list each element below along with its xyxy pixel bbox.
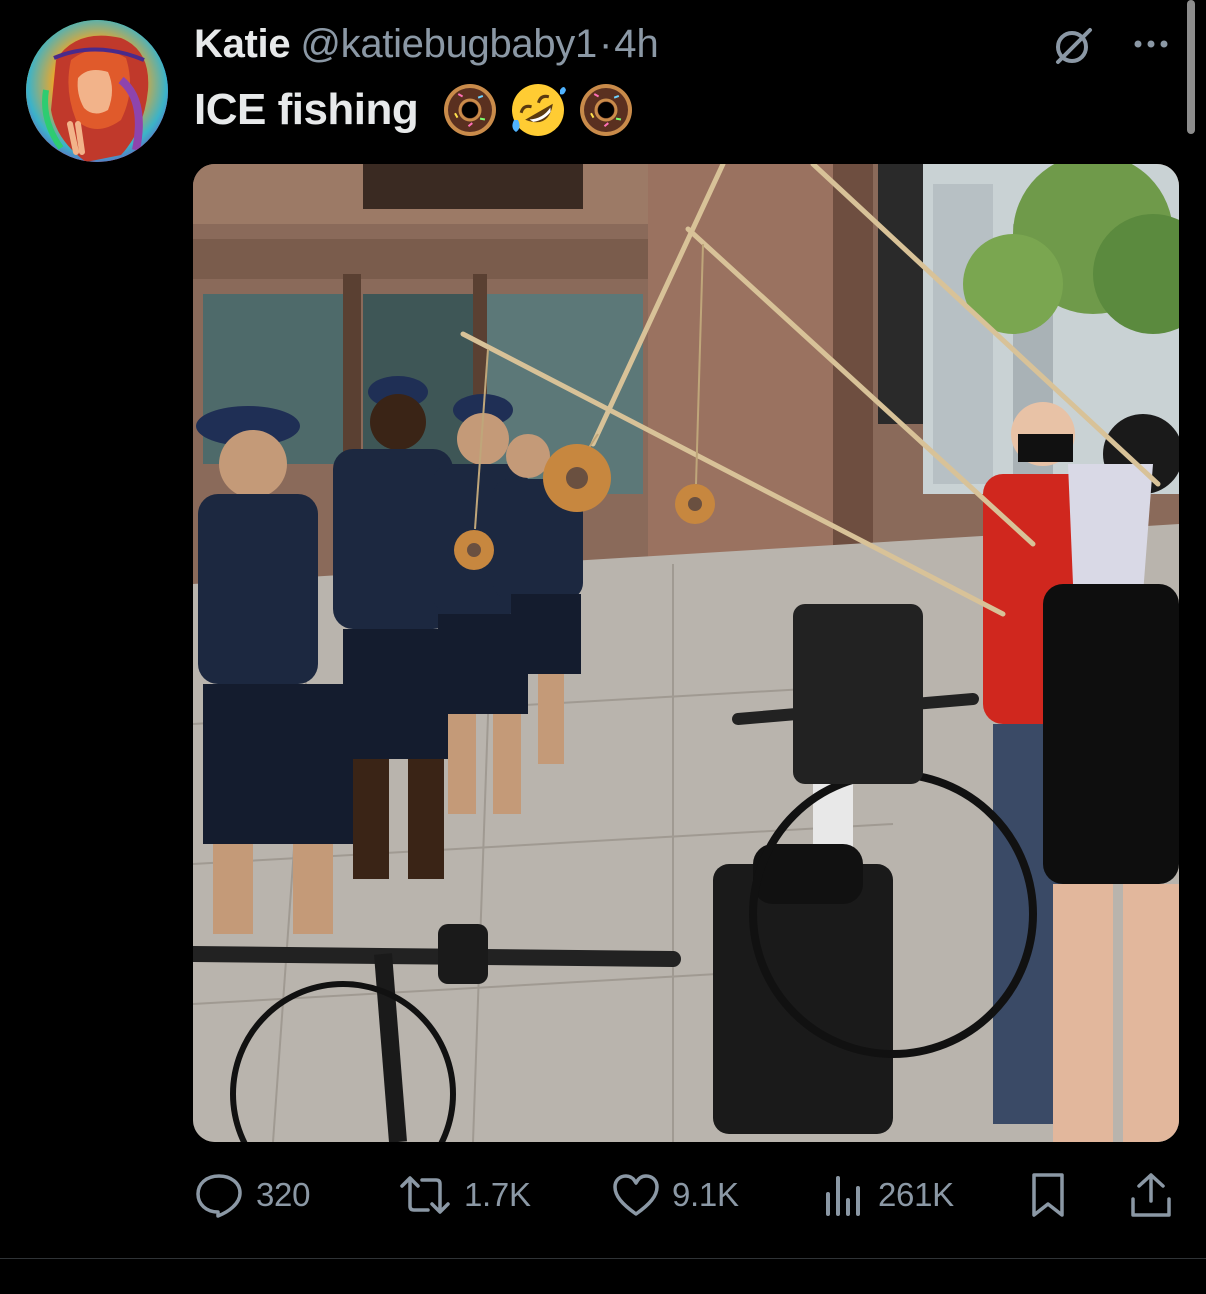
share-button[interactable] [1128, 1168, 1174, 1222]
tweet-text: ICE fishing [194, 80, 636, 140]
scrollbar[interactable] [1187, 0, 1195, 134]
bookmark-icon [1032, 1173, 1064, 1217]
views-button[interactable]: 261K [822, 1168, 954, 1222]
tweet-body: ICE fishing [194, 85, 419, 134]
tweet-photo[interactable] [193, 164, 1179, 1142]
rolling-on-floor-laughing-emoji [512, 84, 567, 136]
like-button[interactable]: 9.1K [612, 1168, 739, 1222]
display-name[interactable]: Katie [194, 22, 291, 67]
donut-bait [675, 484, 715, 524]
photo-scene [193, 164, 1179, 1142]
separator-dot: · [598, 22, 613, 66]
donut-emoji [444, 84, 497, 136]
avatar-image [26, 20, 168, 162]
more-icon[interactable] [1126, 24, 1176, 64]
emoji-row [440, 80, 636, 140]
tweet[interactable]: Katie @katiebugbaby1 · 4h ICE fishing 32… [0, 0, 1206, 1294]
grok-icon[interactable] [1050, 26, 1096, 66]
tweet-header: Katie @katiebugbaby1 · 4h [194, 22, 659, 72]
views-icon [826, 1176, 860, 1216]
user-handle[interactable]: @katiebugbaby1 [300, 22, 597, 67]
reply-count: 320 [256, 1176, 311, 1213]
repost-button[interactable]: 1.7K [398, 1168, 531, 1222]
like-icon [613, 1174, 659, 1216]
like-count: 9.1K [672, 1176, 739, 1213]
reply-icon [196, 1174, 242, 1218]
action-bar: 320 1.7K 9.1K 261K [194, 1168, 1184, 1222]
views-count: 261K [878, 1176, 954, 1213]
bookmark-button[interactable] [1028, 1168, 1068, 1222]
share-icon [1131, 1173, 1171, 1217]
repost-icon [400, 1176, 450, 1214]
timestamp[interactable]: 4h [614, 22, 659, 67]
reply-button[interactable]: 320 [194, 1168, 310, 1222]
divider [0, 1258, 1206, 1259]
donut-bait [454, 530, 494, 570]
repost-count: 1.7K [464, 1176, 531, 1213]
avatar[interactable] [26, 20, 168, 162]
donut-emoji [580, 84, 633, 136]
donut-bait [543, 444, 611, 512]
